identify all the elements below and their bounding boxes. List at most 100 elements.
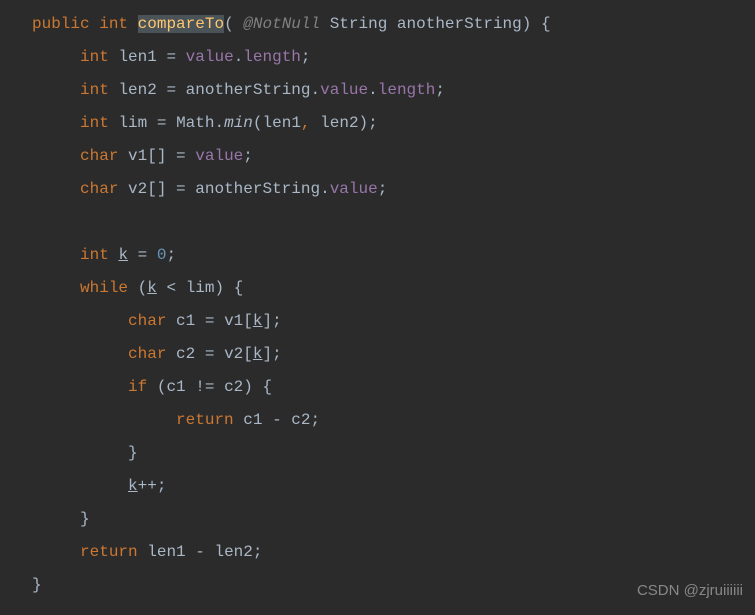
bracket: [ (243, 345, 253, 363)
operator: = (157, 114, 167, 132)
variable: anotherString (195, 180, 320, 198)
keyword-int: int (80, 81, 109, 99)
variable: len2 (214, 543, 252, 561)
paren: ) (243, 378, 253, 396)
variable: len2 (118, 81, 156, 99)
semi: ; (378, 180, 388, 198)
operator: = (205, 345, 215, 363)
variable: v2 (128, 180, 147, 198)
variable: lim (118, 114, 147, 132)
bracket: [ (243, 312, 253, 330)
keyword-int: int (99, 15, 128, 33)
keyword-return: return (80, 543, 138, 561)
dot: . (214, 114, 224, 132)
operator: = (205, 312, 215, 330)
variable: c1 (176, 312, 195, 330)
code-line: return len1 - len2; (32, 536, 755, 569)
code-line: int len1 = value.length; (32, 41, 755, 74)
semi: ; (253, 543, 263, 561)
operator: = (166, 48, 176, 66)
brackets: [] (147, 180, 166, 198)
keyword-int: int (80, 114, 109, 132)
operator: != (195, 378, 214, 396)
keyword-int: int (80, 48, 109, 66)
code-line: int lim = Math.min(len1, len2); (32, 107, 755, 140)
variable: k (147, 279, 157, 297)
paren: ) (359, 114, 369, 132)
variable: k (128, 477, 138, 495)
keyword-char: char (80, 147, 118, 165)
semi: ; (272, 345, 282, 363)
code-line: int len2 = anotherString.value.length; (32, 74, 755, 107)
field: value (195, 147, 243, 165)
variable: v1 (128, 147, 147, 165)
paren: ( (157, 378, 167, 396)
variable: c2 (224, 378, 243, 396)
code-line: public int compareTo( @NotNull String an… (32, 8, 755, 41)
code-line: char c1 = v1[k]; (32, 305, 755, 338)
code-line: return c1 - c2; (32, 404, 755, 437)
keyword-while: while (80, 279, 128, 297)
variable: v2 (224, 345, 243, 363)
field: value (186, 48, 234, 66)
variable: c1 (243, 411, 262, 429)
operator: - (195, 543, 205, 561)
operator: = (138, 246, 148, 264)
code-line: while (k < lim) { (32, 272, 755, 305)
keyword-if: if (128, 378, 147, 396)
comma: , (301, 114, 311, 132)
watermark: CSDN @zjruiiiiii (637, 574, 743, 607)
code-line: char c2 = v2[k]; (32, 338, 755, 371)
bracket: ] (262, 312, 272, 330)
brace: } (32, 576, 42, 594)
semi: ; (166, 246, 176, 264)
variable: k (118, 246, 128, 264)
brace: } (128, 444, 138, 462)
dot: . (320, 180, 330, 198)
method-name: compareTo (138, 15, 224, 33)
variable: len2 (320, 114, 358, 132)
paren: ( (138, 279, 148, 297)
field: value (330, 180, 378, 198)
operator: = (166, 81, 176, 99)
paren: ( (253, 114, 263, 132)
param-type: String (330, 15, 388, 33)
brackets: [] (147, 147, 166, 165)
paren: ( (224, 15, 234, 33)
class-name: Math (176, 114, 214, 132)
variable: c2 (176, 345, 195, 363)
code-editor[interactable]: public int compareTo( @NotNull String an… (0, 0, 755, 602)
field: length (243, 48, 301, 66)
paren: ) (522, 15, 532, 33)
code-line (32, 206, 755, 239)
dot: . (311, 81, 321, 99)
operator: ++ (138, 477, 157, 495)
variable: c1 (166, 378, 185, 396)
semi: ; (368, 114, 378, 132)
variable: v1 (224, 312, 243, 330)
keyword-char: char (128, 345, 166, 363)
method-call: min (224, 114, 253, 132)
variable: len1 (263, 114, 301, 132)
brace: { (262, 378, 272, 396)
code-line: char v2[] = anotherString.value; (32, 173, 755, 206)
operator: = (176, 147, 186, 165)
brace: { (234, 279, 244, 297)
variable: anotherString (186, 81, 311, 99)
keyword-char: char (80, 180, 118, 198)
field: length (378, 81, 436, 99)
variable: len1 (147, 543, 185, 561)
semi: ; (435, 81, 445, 99)
semi: ; (272, 312, 282, 330)
operator: < (166, 279, 176, 297)
annotation: @NotNull (243, 15, 320, 33)
code-line: } (32, 437, 755, 470)
semi: ; (301, 48, 311, 66)
paren: ) (215, 279, 225, 297)
code-line: char v1[] = value; (32, 140, 755, 173)
keyword-return: return (176, 411, 234, 429)
param-name: anotherString (397, 15, 522, 33)
semi: ; (157, 477, 167, 495)
keyword-char: char (128, 312, 166, 330)
semi: ; (243, 147, 253, 165)
